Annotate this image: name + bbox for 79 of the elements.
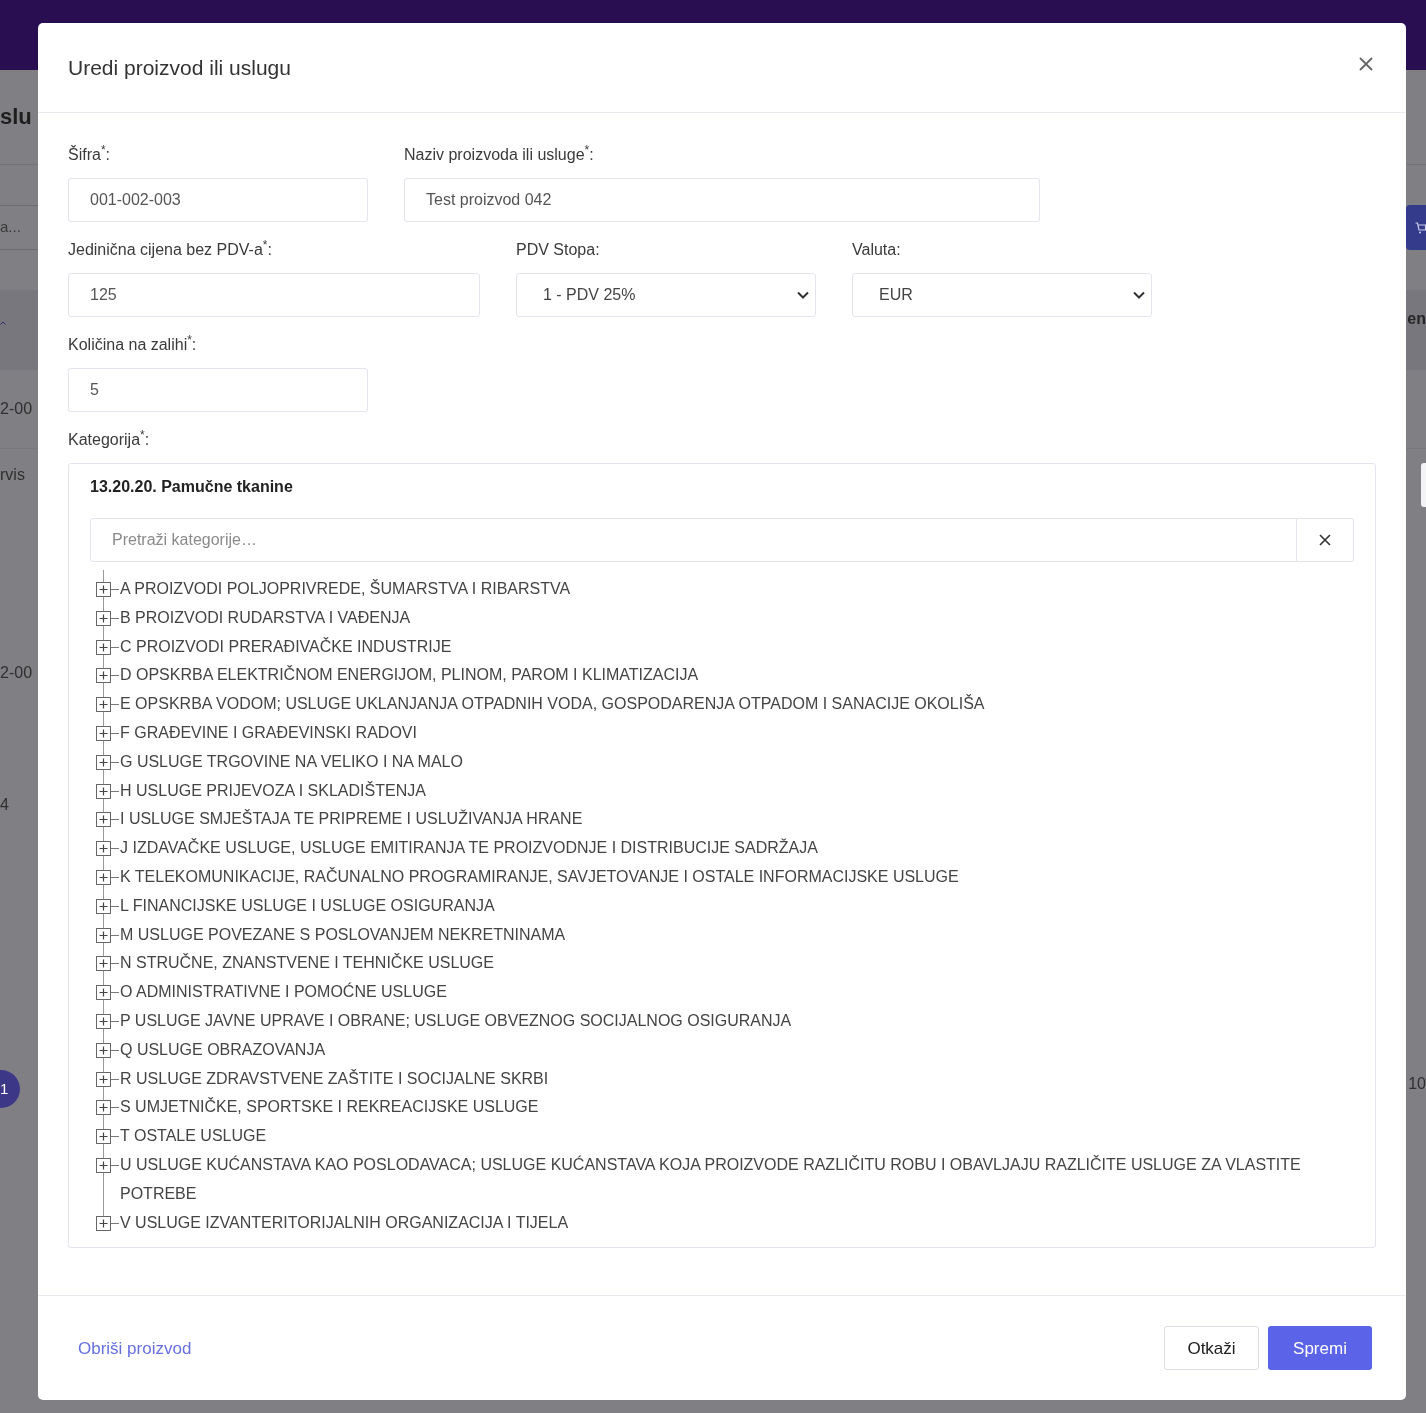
tree-item[interactable]: I USLUGE SMJEŠTAJA TE PRIPREME I USLUŽIVANJA HRANE [120,805,583,835]
plus-box-icon[interactable] [96,1042,120,1058]
text-field[interactable]: 5 [68,368,368,412]
cart-icon [1415,221,1426,234]
tree-item[interactable]: C PROIZVODI PRERAĐIVAČKE INDUSTRIJE [120,632,452,662]
plus-box-icon[interactable] [96,1013,120,1029]
plus-box-icon[interactable] [96,927,120,943]
tree-item[interactable]: B PROIZVODI RUDARSTVA I VAĐENJA [120,603,411,633]
tree-item[interactable]: U USLUGE KUĆANSTAVA KAO POSLODAVACA; USLUGE KUĆANSTAVA KOJA PROIZVODE RAZLIČITU ROBU I OBAVLJAJU RAZLIČITE USLUGE ZA VLASTITE POTREBE [120,1150,1354,1209]
tree-item[interactable]: S UMJETNIČKE, SPORTSKE I REKREACIJSKE USLUGE [120,1093,539,1123]
tree-item[interactable]: G USLUGE TRGOVINE NA VELIKO I NA MALO [120,747,463,777]
plus-box-icon[interactable] [96,841,120,857]
select-field[interactable]: EUR [852,273,1152,317]
page-title: slu [0,106,32,128]
table-cell-text: 2-00 [0,663,33,683]
chevron-down-icon [1133,291,1145,299]
sort-caret-icon [0,321,6,325]
tree-item[interactable]: L FINANCIJSKE USLUGE I USLUGE OSIGURANJA [120,891,495,921]
select-field[interactable]: 1 - PDV 25% [516,273,816,317]
table-cell-text: 4 [0,795,9,815]
tree-item[interactable]: P USLUGE JAVNE UPRAVE I OBRANE; USLUGE OBVEZNOG SOCIJALNOG OSIGURANJA [120,1006,792,1036]
plus-box-icon[interactable] [96,985,120,1001]
modal-title: Uredi proizvod ili uslugu [68,54,291,81]
field-label: Kategorija$^{*}$: [68,428,150,450]
pagination-button[interactable]: 1 [0,1070,20,1108]
tree-item[interactable]: M USLUGE POVEZANE S POSLOVANJEM NEKRETNINAMA [120,920,566,950]
plus-box-icon[interactable] [96,1157,120,1173]
tree-item[interactable]: V USLUGE IZVANTERITORIJALNIH ORGANIZACIJA I TIJELA [120,1208,569,1238]
tree-item[interactable]: K TELEKOMUNIKACIJE, RAČUNALNO PROGRAMIRANJE, SAVJETOVANJE I OSTALE INFORMACIJSKE USLUGE [120,862,959,892]
tree-item[interactable]: J IZDAVAČKE USLUGE, USLUGE EMITIRANJA TE PROIZVODNJE I DISTRIBUCIJE SADRŽAJA [120,834,818,863]
plus-box-icon[interactable] [96,812,120,828]
plus-box-icon[interactable] [96,1215,120,1231]
tree-item[interactable]: T OSTALE USLUGE [120,1122,267,1151]
plus-box-icon[interactable] [96,869,120,885]
plus-box-icon[interactable] [96,754,120,770]
plus-box-icon[interactable] [96,898,120,914]
text-field[interactable]: 125 [68,273,480,317]
plus-box-icon[interactable] [96,783,120,799]
table-cell-text: rvis [0,465,25,485]
field-label: Šifra$^{*}$: [68,143,111,165]
plus-box-icon[interactable] [96,956,120,972]
tree-item[interactable]: A PROIZVODI POLJOPRIVREDE, ŠUMARSTVA I RIBARSTVA [120,575,571,604]
plus-box-icon[interactable] [96,1100,120,1116]
tree-item[interactable]: D OPSKRBA ELEKTRIČNOM ENERGIJOM, PLINOM, PAROM I KLIMATIZACIJA [120,661,699,691]
search-field[interactable]: Pretraži kategorije… [90,518,1297,562]
tree-item[interactable]: H USLUGE PRIJEVOZA I SKLADIŠTENJA [120,776,426,806]
tree-item[interactable]: O ADMINISTRATIVNE I POMOĆNE USLUGE [120,978,447,1007]
plus-box-icon[interactable] [96,639,120,655]
plus-box-icon[interactable] [96,1071,120,1087]
cancel-button[interactable]: Otkaži [1164,1326,1259,1371]
table-cell-text: 2-00 [0,399,33,419]
field-label: PDV Stopa: [516,240,600,260]
tree-item[interactable]: F GRAĐEVINE I GRAĐEVINSKI RADOVI [120,719,417,748]
field-label: Valuta: [852,240,901,260]
column-header: en [1407,309,1426,329]
selected-category: 13.20.20. Pamučne tkanine [90,477,293,497]
plus-box-icon[interactable] [96,1129,120,1145]
delete-link[interactable]: Obriši proizvod [72,1325,198,1372]
plus-box-icon[interactable] [96,610,120,626]
plus-box-icon[interactable] [96,726,120,741]
close-icon[interactable] [1319,534,1331,546]
field-label: Količina na zalihi$^{*}$: [68,333,197,355]
chevron-down-icon [797,291,809,299]
text-field[interactable]: 001-002-003 [68,178,368,222]
field-label: Jedinična cijena bez PDV-a$^{*}$: [68,238,272,260]
panel-edge [1421,463,1426,507]
table-cell-text: 10 [1408,1074,1426,1094]
text-field[interactable]: Test proizvod 042 [404,178,1040,222]
plus-box-icon[interactable] [96,668,120,684]
field-label: Naziv proizvoda ili usluge$^{*}$: [404,143,594,165]
tree-item[interactable]: Q USLUGE OBRAZOVANJA [120,1035,326,1065]
tree-item[interactable]: N STRUČNE, ZNANSTVENE I TEHNIČKE USLUGE [120,949,494,979]
tree-item[interactable]: E OPSKRBA VODOM; USLUGE UKLANJANJA OTPADNIH VODA, GOSPODARENJA OTPADOM I SANACIJE OKOLIŠA [120,690,985,719]
tree-item[interactable]: R USLUGE ZDRAVSTVENE ZAŠTITE I SOCIJALNE SKRBI [120,1064,549,1094]
plus-box-icon[interactable] [96,697,120,713]
plus-box-icon[interactable] [96,582,120,597]
close-icon[interactable] [1359,56,1373,71]
save-button[interactable]: Spremi [1268,1326,1372,1371]
cart-button[interactable] [1406,205,1426,250]
